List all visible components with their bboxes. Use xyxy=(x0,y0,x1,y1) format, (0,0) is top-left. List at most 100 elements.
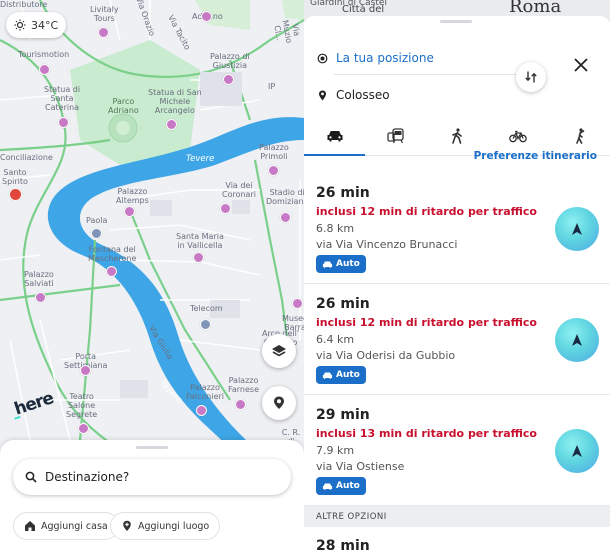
map-label: Stadio di Domiziano xyxy=(266,188,304,206)
search-placeholder: Destinazione? xyxy=(45,470,130,484)
poi-marker[interactable] xyxy=(35,292,46,303)
destination-pin-icon xyxy=(319,90,326,100)
location-pin-icon xyxy=(274,396,284,409)
poi-marker[interactable] xyxy=(223,74,234,85)
mode-badge: Auto xyxy=(316,477,366,495)
poi-marker[interactable] xyxy=(200,319,211,330)
route-header: La tua posizione Colosseo xyxy=(304,16,610,156)
close-button[interactable] xyxy=(570,54,592,76)
close-icon xyxy=(574,58,588,72)
route-via: via Via Vincenzo Brunacci xyxy=(316,238,458,251)
hospital-marker[interactable] xyxy=(9,188,22,201)
temperature-label: 34°C xyxy=(31,18,59,32)
map-label: Statua di San Michele Arcangelo xyxy=(148,88,202,115)
add-home-chip[interactable]: Aggiungi casa xyxy=(13,512,119,540)
map-label: Parco Adriano xyxy=(108,97,139,115)
map-label: Telecom xyxy=(190,304,223,313)
poi-marker[interactable] xyxy=(280,212,291,223)
route-option[interactable]: 26 min inclusi 12 min di ritardo per tra… xyxy=(304,285,610,395)
poi-marker[interactable] xyxy=(98,27,109,38)
current-location-icon xyxy=(317,53,328,63)
map-label: Via dei Coronari xyxy=(222,181,256,199)
poi-marker[interactable] xyxy=(196,405,207,416)
map-label: IP xyxy=(268,82,276,91)
tab-public-transit[interactable] xyxy=(365,116,426,155)
scooter-icon xyxy=(576,127,585,144)
map-label: Distributore xyxy=(0,0,48,9)
bicycle-icon xyxy=(509,130,528,142)
origin-label: La tua posizione xyxy=(336,51,434,65)
start-navigation-button[interactable] xyxy=(555,318,599,362)
bottom-sheet: Destinazione? Aggiungi casa Aggiungi luo… xyxy=(0,440,304,556)
map-label: Tourismotion xyxy=(18,50,70,59)
origin-field[interactable]: La tua posizione xyxy=(317,51,434,65)
map-label: Museo Barra xyxy=(282,314,304,332)
route-option[interactable]: 29 min inclusi 13 min di ritardo per tra… xyxy=(304,396,610,506)
search-icon xyxy=(25,471,37,483)
poi-marker[interactable] xyxy=(292,298,303,309)
swap-icon xyxy=(525,71,537,83)
divider xyxy=(334,74,516,75)
route-preferences-link[interactable]: Preferenze itinerario xyxy=(474,150,597,162)
map-view[interactable]: Distributore Livitaly Tours Via Orazio A… xyxy=(0,0,304,556)
navigation-arrow-icon xyxy=(572,445,582,457)
poi-marker[interactable] xyxy=(78,423,89,434)
map-label: Conciliazione xyxy=(0,153,53,162)
poi-marker[interactable] xyxy=(91,228,102,239)
poi-marker[interactable] xyxy=(80,365,91,376)
car-icon xyxy=(322,482,333,490)
sheet-handle[interactable] xyxy=(136,446,168,449)
destination-search[interactable]: Destinazione? xyxy=(13,459,291,495)
route-duration: 29 min xyxy=(316,407,370,423)
river-label: Tevere xyxy=(186,154,215,164)
route-duration: 26 min xyxy=(316,185,370,201)
map-label: Statua di Santa Caterina xyxy=(44,85,81,112)
route-via: via Via Ostiense xyxy=(316,460,405,473)
destination-field[interactable]: Colosseo xyxy=(317,88,390,102)
poi-marker[interactable] xyxy=(220,203,231,214)
add-place-label: Aggiungi luogo xyxy=(138,520,210,532)
mode-badge: Auto xyxy=(316,366,366,384)
weather-badge[interactable]: 34°C xyxy=(6,12,67,38)
public-transit-icon xyxy=(387,127,404,143)
navigation-arrow-icon xyxy=(572,334,582,346)
poi-marker[interactable] xyxy=(124,206,135,217)
map-label: Palazzo Salviati xyxy=(24,270,54,288)
map-label: Santo Spirito xyxy=(2,168,28,186)
panel-handle[interactable] xyxy=(440,20,472,23)
poi-marker[interactable] xyxy=(166,119,177,130)
poi-marker[interactable] xyxy=(201,11,212,22)
start-navigation-button[interactable] xyxy=(555,207,599,251)
add-place-chip[interactable]: Aggiungi luogo xyxy=(110,512,221,540)
add-home-label: Aggiungi casa xyxy=(41,520,108,532)
other-options-header: ALTRE OPZIONI xyxy=(304,506,610,527)
poi-marker[interactable] xyxy=(193,252,204,263)
layers-button[interactable] xyxy=(262,334,296,368)
mode-badge: Auto xyxy=(316,255,366,273)
poi-marker[interactable] xyxy=(58,117,69,128)
map-label: Fontana del Mascherone xyxy=(88,245,137,263)
poi-marker[interactable] xyxy=(268,165,279,176)
traffic-delay: inclusi 12 min di ritardo per traffico xyxy=(316,316,537,329)
navigation-arrow-icon xyxy=(572,223,582,235)
poi-marker[interactable] xyxy=(106,266,117,277)
start-navigation-button[interactable] xyxy=(555,429,599,473)
route-distance: 6.4 km xyxy=(316,333,355,346)
car-icon xyxy=(322,371,333,379)
layers-icon xyxy=(272,345,286,357)
tab-car[interactable] xyxy=(304,116,366,156)
car-icon xyxy=(327,130,343,141)
add-place-icon xyxy=(123,520,131,531)
map-label: Santa Maria in Vallicella xyxy=(176,232,224,250)
poi-marker[interactable] xyxy=(235,399,246,410)
locate-button[interactable] xyxy=(262,386,296,420)
map-label: Palazzo Falconieri xyxy=(186,383,225,401)
route-duration[interactable]: 28 min xyxy=(316,538,370,554)
route-distance: 6.8 km xyxy=(316,222,355,235)
swap-button[interactable] xyxy=(516,62,546,92)
route-option[interactable]: 26 min inclusi 12 min di ritardo per tra… xyxy=(304,174,610,284)
map-label: Via Muzio Cl... xyxy=(272,19,302,44)
destination-label: Colosseo xyxy=(336,88,390,102)
map-label: Palazzo Farnese xyxy=(228,376,259,394)
poi-marker[interactable] xyxy=(39,64,50,75)
